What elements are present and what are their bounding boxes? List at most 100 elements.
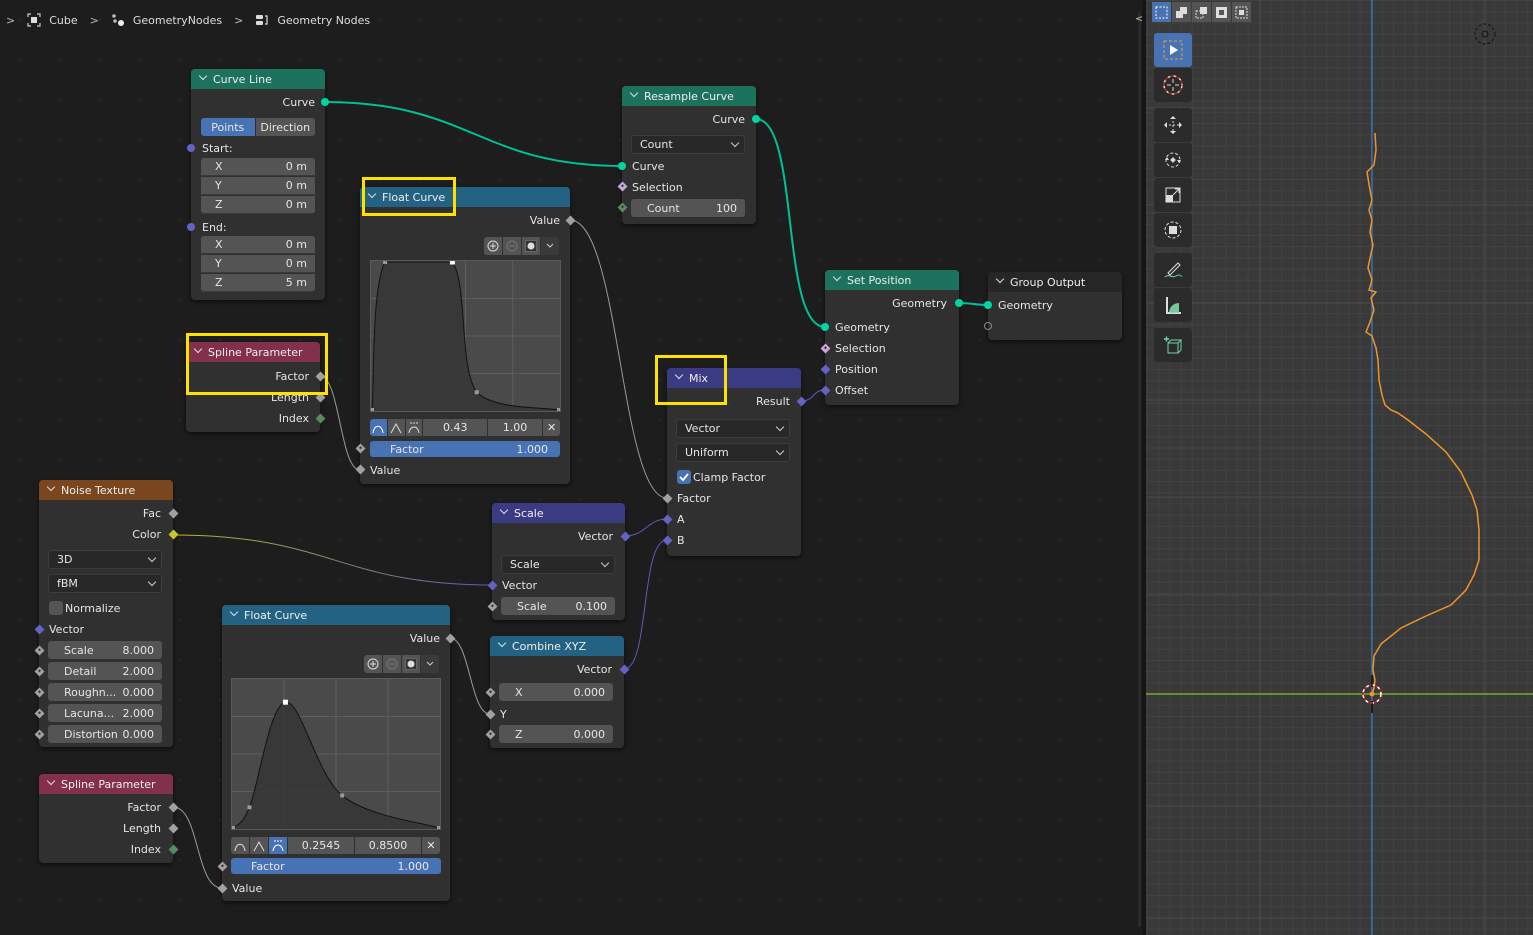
node-mix[interactable]: Mix Result Vector Uniform Clamp Factor F… <box>662 368 807 556</box>
node-header[interactable]: Scale <box>492 503 625 523</box>
curve-control-point[interactable] <box>231 826 235 830</box>
tool-scale[interactable] <box>1154 178 1192 212</box>
curve-control-point[interactable] <box>282 699 288 705</box>
select-intersect-icon[interactable] <box>1232 2 1251 22</box>
node-spline-parameter-2[interactable]: Spline Parameter Factor Length Index <box>39 774 179 863</box>
count-field[interactable]: Count 100 <box>631 199 745 217</box>
socket-detail-in[interactable] <box>34 666 45 677</box>
x-field[interactable]: X 0.000 <box>499 683 613 701</box>
collapse-chevron-icon[interactable] <box>833 274 841 282</box>
node-header[interactable]: Mix <box>667 368 801 388</box>
noise-scale-field[interactable]: Scale 8.000 <box>48 641 162 659</box>
collapse-chevron-icon[interactable] <box>498 640 506 648</box>
collapse-chevron-icon[interactable] <box>500 507 508 515</box>
node-vector-scale[interactable]: Scale Vector Scale Vector Scale 0.100 <box>487 503 631 620</box>
select-subtract-icon[interactable] <box>1192 2 1211 22</box>
delete-point-icon[interactable]: ✕ <box>543 419 560 436</box>
socket-b-in[interactable] <box>662 535 673 546</box>
curve-graph[interactable] <box>231 679 441 830</box>
curve-control-point[interactable] <box>474 390 479 395</box>
node-float-curve-2[interactable]: Float Curve Value 0.2545 0.8500 ✕ Factor… <box>217 605 456 901</box>
noise-roughness-field[interactable]: Roughn... 0.000 <box>48 683 162 701</box>
node-header[interactable]: Spline Parameter <box>39 774 173 794</box>
socket-curve-in[interactable] <box>618 162 626 170</box>
auto-handle-icon[interactable] <box>231 837 249 854</box>
socket-geometry-out[interactable] <box>955 299 963 307</box>
zoom-out-icon[interactable] <box>503 237 521 255</box>
socket-a-in[interactable] <box>662 514 673 525</box>
factor-mode-dropdown[interactable]: Uniform <box>676 443 790 462</box>
socket-scale-in[interactable] <box>487 601 498 612</box>
node-header[interactable]: Resample Curve <box>622 86 756 106</box>
vector-handle-icon[interactable] <box>250 837 268 854</box>
curve-mapping-widget[interactable] <box>231 678 441 830</box>
noise-detail-field[interactable]: Detail 2.000 <box>48 662 162 680</box>
normalize-checkbox[interactable] <box>49 601 63 615</box>
node-header[interactable]: Spline Parameter <box>186 342 320 362</box>
select-new-icon[interactable] <box>1152 2 1171 22</box>
auto-clamped-handle-icon[interactable] <box>269 837 287 854</box>
mode-direction-button[interactable]: Direction <box>255 118 315 136</box>
curve-graph[interactable] <box>370 259 561 412</box>
handle-y-field[interactable]: 1.00 <box>487 419 543 436</box>
socket-scale-in[interactable] <box>34 645 45 656</box>
socket-color-out[interactable] <box>168 529 179 540</box>
zoom-in-icon[interactable] <box>484 237 502 255</box>
breadcrumb-item-node-tree[interactable]: Geometry Nodes <box>255 13 370 27</box>
socket-length-out[interactable] <box>315 392 326 403</box>
delete-point-icon[interactable]: ✕ <box>422 837 440 854</box>
socket-factor-in[interactable] <box>217 861 228 872</box>
socket-start-in[interactable] <box>187 144 195 152</box>
node-noise-texture[interactable]: Noise Texture Fac Color 3D fBM Normalize… <box>34 480 179 747</box>
node-set-position[interactable]: Set Position Geometry Geometry Selection… <box>820 270 963 405</box>
auto-clamped-handle-icon[interactable] <box>405 419 423 436</box>
socket-z-in[interactable] <box>485 729 496 740</box>
end-y-field[interactable]: Y 0 m <box>201 255 315 273</box>
breadcrumb-item-object[interactable]: Cube <box>27 13 78 27</box>
node-header[interactable]: Float Curve <box>222 605 450 625</box>
socket-index-out[interactable] <box>168 844 179 855</box>
mode-dropdown[interactable]: Count <box>631 135 745 154</box>
socket-curve-out[interactable] <box>321 98 329 106</box>
noise-lacunarity-field[interactable]: Lacuna... 2.000 <box>48 704 162 722</box>
node-spline-parameter-1[interactable]: Spline Parameter Factor Length Index <box>186 342 326 432</box>
curve-mapping-widget[interactable] <box>370 259 561 412</box>
socket-index-out[interactable] <box>315 413 326 424</box>
collapse-chevron-icon[interactable] <box>194 346 202 354</box>
socket-x-in[interactable] <box>485 687 496 698</box>
curve-control-point[interactable] <box>383 260 388 264</box>
collapse-chevron-icon[interactable] <box>630 90 638 98</box>
start-y-field[interactable]: Y 0 m <box>201 177 315 195</box>
socket-distortion-in[interactable] <box>34 729 45 740</box>
tool-measure[interactable] <box>1154 288 1192 322</box>
chevron-down-icon[interactable] <box>541 237 559 255</box>
vector-handle-icon[interactable] <box>387 419 405 436</box>
z-field[interactable]: Z 0.000 <box>499 725 613 743</box>
socket-lacunarity-in[interactable] <box>34 708 45 719</box>
socket-selection-in[interactable] <box>820 343 831 354</box>
handle-x-field[interactable]: 0.43 <box>423 419 487 436</box>
socket-position-in[interactable] <box>820 364 831 375</box>
curve-control-point[interactable] <box>449 259 455 265</box>
socket-value-in[interactable] <box>355 464 366 475</box>
zoom-out-icon[interactable] <box>383 655 401 673</box>
collapse-chevron-icon[interactable] <box>368 191 376 199</box>
node-editor[interactable]: > Cube > GeometryNodes > Geometry Nodes <box>0 0 1142 935</box>
end-x-field[interactable]: X 0 m <box>201 236 315 254</box>
chevron-down-icon[interactable] <box>421 655 439 673</box>
node-curve-line[interactable]: Curve Line Curve Points Direction Start:… <box>187 69 329 300</box>
clamp-factor-checkbox[interactable] <box>677 470 691 484</box>
3d-viewport[interactable] <box>1146 0 1533 935</box>
socket-value-in[interactable] <box>217 883 228 894</box>
socket-fac-out[interactable] <box>168 508 179 519</box>
tool-move[interactable] <box>1154 108 1192 142</box>
tool-rotate[interactable] <box>1154 143 1192 177</box>
socket-y-in[interactable] <box>485 709 496 720</box>
socket-value-out[interactable] <box>445 633 456 644</box>
clip-icon[interactable] <box>402 655 420 673</box>
curve-control-point[interactable] <box>340 793 345 798</box>
factor-slider[interactable]: Factor 1.000 <box>370 441 560 457</box>
socket-roughness-in[interactable] <box>34 687 45 698</box>
socket-vector-in[interactable] <box>34 624 45 635</box>
node-header[interactable]: Group Output <box>988 272 1122 292</box>
